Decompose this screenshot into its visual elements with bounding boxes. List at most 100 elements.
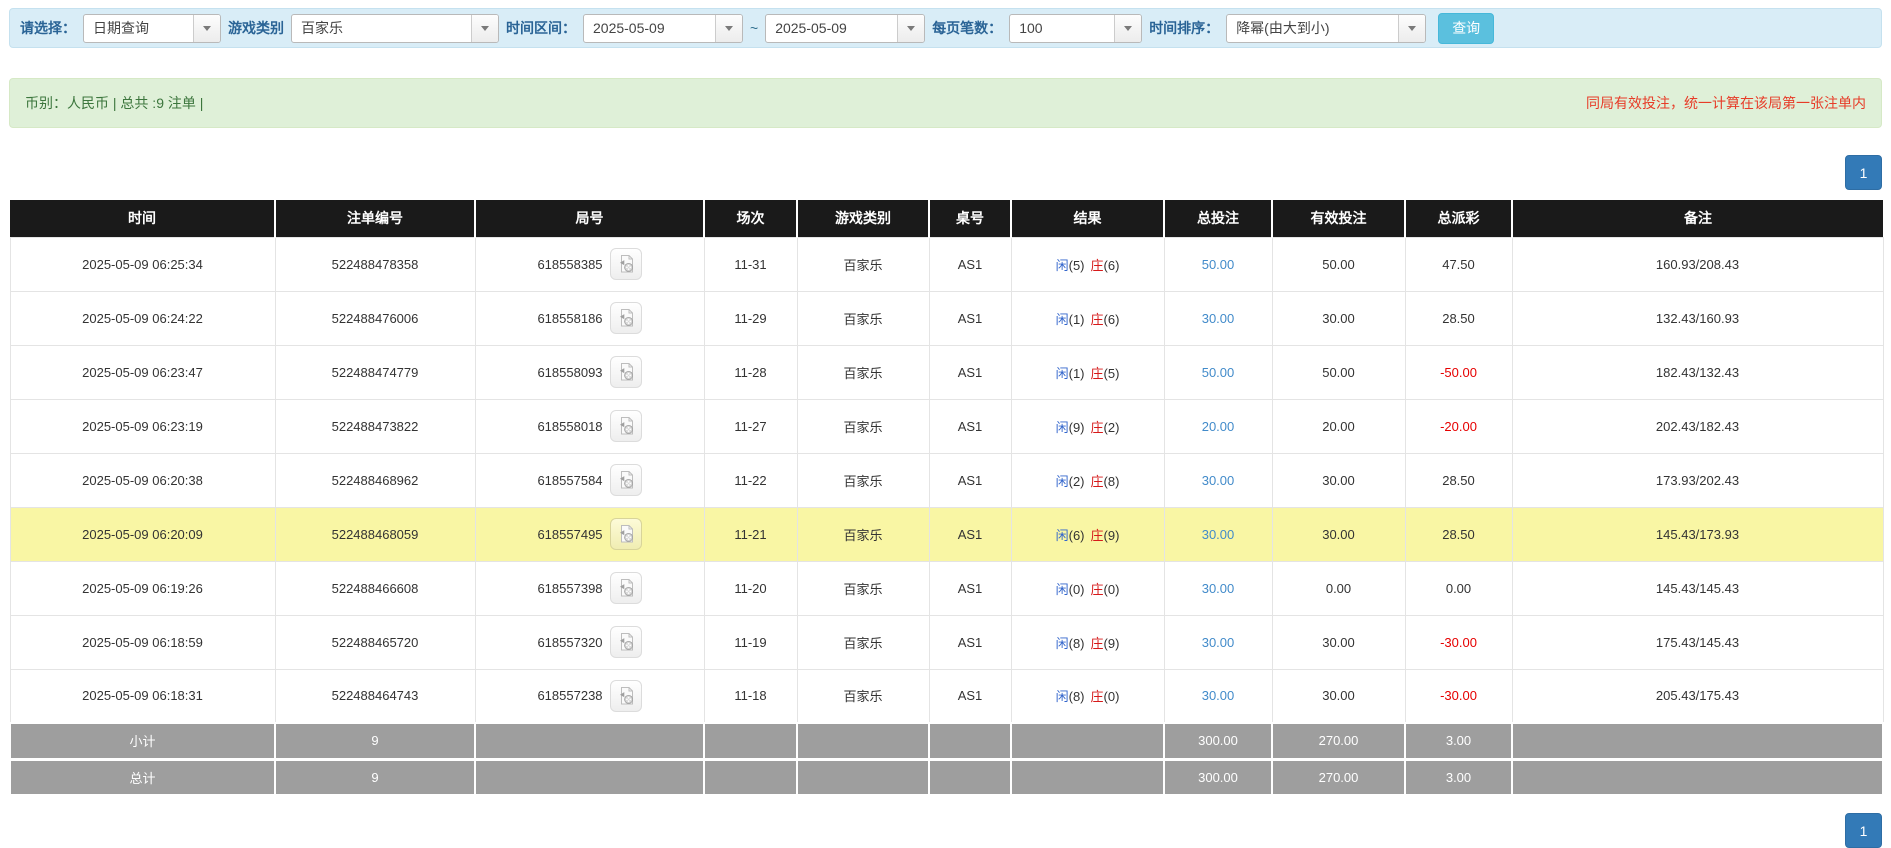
result-banker-label: 庄 (1091, 474, 1104, 489)
cell-total-bet[interactable]: 30.00 (1164, 669, 1272, 723)
total-bet-link[interactable]: 30.00 (1202, 635, 1235, 650)
cell-round: 618557398 (475, 561, 704, 615)
date-to-input[interactable] (766, 15, 897, 42)
cell-round: 618558018 (475, 399, 704, 453)
video-replay-button[interactable] (610, 248, 642, 280)
result-player-label: 闲 (1056, 366, 1069, 381)
cell-result: 闲(1)庄(5) (1011, 345, 1164, 399)
cell-session: 11-18 (704, 669, 797, 723)
chevron-down-icon[interactable] (715, 15, 742, 42)
page-size-label: 每页笔数： (932, 18, 1002, 38)
cell-table-no: AS1 (929, 345, 1011, 399)
video-replay-button[interactable] (610, 464, 642, 496)
video-replay-button[interactable] (610, 626, 642, 658)
chevron-down-icon[interactable] (193, 15, 220, 42)
round-number: 618557584 (537, 473, 602, 488)
total-bet-link[interactable]: 30.00 (1202, 581, 1235, 596)
result-banker-score: (8) (1104, 474, 1120, 489)
chevron-down-icon[interactable] (1114, 15, 1141, 42)
cell-table-no: AS1 (929, 669, 1011, 723)
result-banker-score: (6) (1104, 258, 1120, 273)
cell-valid-bet: 30.00 (1272, 453, 1405, 507)
total-bet-link[interactable]: 50.00 (1202, 257, 1235, 272)
result-banker-score: (9) (1104, 636, 1120, 651)
result-player-label: 闲 (1056, 258, 1069, 273)
result-player-score: (8) (1069, 636, 1085, 651)
search-button[interactable]: 查询 (1438, 13, 1494, 44)
table-header-row: 时间 注单编号 局号 场次 游戏类别 桌号 结果 总投注 有效投注 总派彩 备注 (10, 200, 1883, 237)
cell-valid-bet: 50.00 (1272, 237, 1405, 291)
chevron-down-icon[interactable] (897, 15, 924, 42)
total-bet-link[interactable]: 30.00 (1202, 311, 1235, 326)
subtotal-empty-cell (704, 723, 797, 759)
cell-valid-bet: 30.00 (1272, 669, 1405, 723)
table-row: 2025-05-09 06:23:47 522488474779 6185580… (10, 345, 1883, 399)
chevron-down-icon[interactable] (1398, 15, 1425, 42)
cell-total-bet[interactable]: 30.00 (1164, 615, 1272, 669)
result-banker-label: 庄 (1091, 636, 1104, 651)
cell-total-bet[interactable]: 30.00 (1164, 561, 1272, 615)
round-number: 618558385 (537, 257, 602, 272)
sort-order-select[interactable]: 降幂(由大到小) (1226, 14, 1426, 43)
cell-game-type: 百家乐 (797, 669, 929, 723)
cell-table-no: AS1 (929, 453, 1011, 507)
total-empty-cell (1011, 759, 1164, 795)
date-to-picker[interactable] (765, 14, 925, 43)
query-type-select[interactable]: 日期查询 (83, 14, 221, 43)
cell-total-bet[interactable]: 50.00 (1164, 237, 1272, 291)
table-row: 2025-05-09 06:20:38 522488468962 6185575… (10, 453, 1883, 507)
cell-table-no: AS1 (929, 237, 1011, 291)
header-table-no: 桌号 (929, 200, 1011, 237)
cell-round: 618557584 (475, 453, 704, 507)
total-bet-link[interactable]: 30.00 (1202, 473, 1235, 488)
pagination-page-1-bottom[interactable]: 1 (1845, 813, 1882, 848)
result-player-label: 闲 (1056, 636, 1069, 651)
cell-session: 11-19 (704, 615, 797, 669)
video-replay-button[interactable] (610, 302, 642, 334)
total-empty-cell (929, 759, 1011, 795)
total-bet-link[interactable]: 30.00 (1202, 527, 1235, 542)
cell-result: 闲(8) 庄(9) (1011, 615, 1164, 669)
cell-note: 160.93/208.43 (1512, 237, 1883, 291)
cell-result: 闲(8)庄(0) (1011, 669, 1164, 723)
cell-time: 2025-05-09 06:20:38 (10, 453, 275, 507)
total-bet-link[interactable]: 30.00 (1202, 688, 1235, 703)
date-from-input[interactable] (584, 15, 715, 42)
subtotal-count: 9 (275, 723, 475, 759)
result-banker-label: 庄 (1091, 366, 1104, 381)
chevron-down-icon[interactable] (471, 15, 498, 42)
total-bet-link[interactable]: 50.00 (1202, 365, 1235, 380)
video-replay-button[interactable] (610, 680, 642, 712)
video-record-icon (616, 686, 636, 706)
time-range-label: 时间区间： (506, 18, 576, 38)
subtotal-total-bet: 300.00 (1164, 723, 1272, 759)
cell-total-bet[interactable]: 50.00 (1164, 345, 1272, 399)
video-record-icon (616, 578, 636, 598)
video-record-icon (616, 470, 636, 490)
subtotal-row: 小计 9 300.00 270.00 3.00 (10, 723, 1883, 759)
result-banker-score: (5) (1104, 366, 1120, 381)
cell-session: 11-21 (704, 507, 797, 561)
cell-bet-id: 522488478358 (275, 237, 475, 291)
result-player-score: (0) (1069, 582, 1085, 597)
subtotal-empty-cell (1011, 723, 1164, 759)
cell-total-bet[interactable]: 20.00 (1164, 399, 1272, 453)
page-size-input[interactable] (1010, 15, 1114, 42)
pagination-page-1-top[interactable]: 1 (1845, 155, 1882, 190)
cell-total-bet[interactable]: 30.00 (1164, 453, 1272, 507)
cell-session: 11-22 (704, 453, 797, 507)
cell-table-no: AS1 (929, 399, 1011, 453)
video-replay-button[interactable] (610, 572, 642, 604)
total-bet-link[interactable]: 20.00 (1202, 419, 1235, 434)
date-from-picker[interactable] (583, 14, 743, 43)
round-number: 618558018 (537, 419, 602, 434)
game-type-select[interactable]: 百家乐 (291, 14, 499, 43)
round-number: 618557320 (537, 635, 602, 650)
video-replay-button[interactable] (610, 410, 642, 442)
page-size-select[interactable] (1009, 14, 1142, 43)
result-player-label: 闲 (1056, 312, 1069, 327)
cell-total-bet[interactable]: 30.00 (1164, 291, 1272, 345)
video-replay-button[interactable] (610, 356, 642, 388)
cell-total-bet[interactable]: 30.00 (1164, 507, 1272, 561)
video-replay-button[interactable] (610, 518, 642, 550)
